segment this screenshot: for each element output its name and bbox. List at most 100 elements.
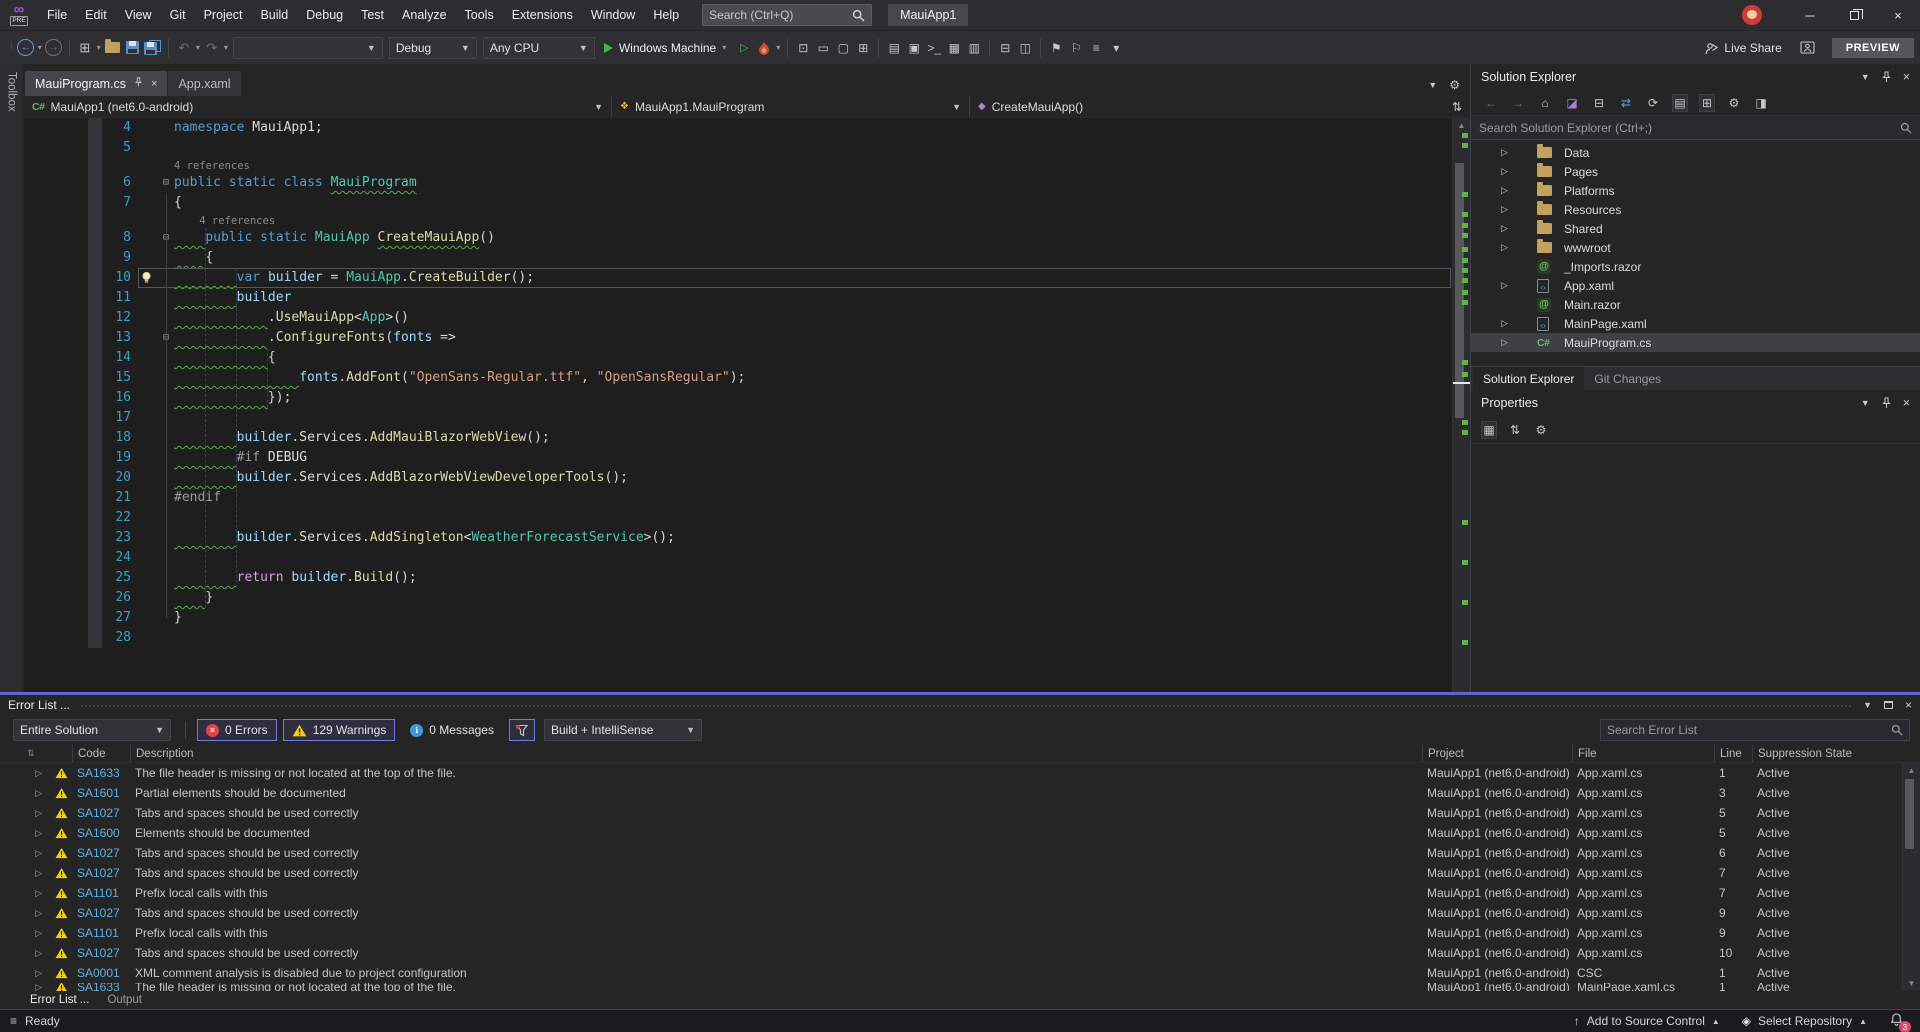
column-header-suppression-state[interactable]: Suppression State bbox=[1752, 745, 1902, 762]
breakpoint-margin[interactable] bbox=[88, 213, 102, 228]
outline-collapse-icon[interactable]: ⊟ bbox=[158, 173, 174, 193]
breakpoint-margin[interactable] bbox=[88, 428, 102, 448]
tree-item-app-xaml[interactable]: ▷‹›App.xaml bbox=[1471, 276, 1920, 295]
tree-item-mainpage-xaml[interactable]: ▷‹›MainPage.xaml bbox=[1471, 314, 1920, 333]
menu-tools[interactable]: Tools bbox=[456, 0, 503, 30]
code-line-21[interactable]: 21#endif bbox=[24, 488, 1452, 508]
tree-item-platforms[interactable]: ▷Platforms bbox=[1471, 181, 1920, 200]
code-line-16[interactable]: 16 }); bbox=[24, 388, 1452, 408]
breakpoint-margin[interactable] bbox=[88, 268, 102, 288]
column-header-file[interactable]: File bbox=[1572, 745, 1714, 762]
bottom-tab-output[interactable]: Output bbox=[107, 994, 142, 1006]
editor-scrollbar[interactable]: ▲ bbox=[1452, 118, 1470, 692]
error-scope-combobox[interactable]: Entire Solution▼ bbox=[13, 719, 171, 741]
expand-chevron-icon[interactable]: ▷ bbox=[0, 968, 46, 979]
menu-debug[interactable]: Debug bbox=[297, 0, 352, 30]
menu-file[interactable]: File bbox=[38, 0, 76, 30]
menu-build[interactable]: Build bbox=[251, 0, 297, 30]
navigate-back-button[interactable]: ← bbox=[16, 36, 36, 60]
error-row-sa1027[interactable]: ▷SA1027Tabs and spaces should be used co… bbox=[0, 843, 1920, 863]
error-list-scrollbar[interactable]: ▲ ▼ bbox=[1902, 763, 1920, 991]
start-without-debugging-button[interactable]: ▷ bbox=[734, 36, 754, 60]
code-line-14[interactable]: 14 { bbox=[24, 348, 1452, 368]
code-line-20[interactable]: 20 builder.Services.AddBlazorWebViewDeve… bbox=[24, 468, 1452, 488]
property-pages-icon[interactable]: ⚙ bbox=[1533, 421, 1549, 439]
device-frame-icon[interactable]: ▢ bbox=[833, 36, 853, 60]
bottom-tab-error-list-[interactable]: Error List ... bbox=[30, 994, 89, 1006]
platform-combobox[interactable]: Any CPU▼ bbox=[483, 37, 595, 59]
bookmark-icon[interactable]: ⚑ bbox=[1046, 36, 1066, 60]
minimize-button[interactable]: ─ bbox=[1788, 0, 1832, 30]
search-folder-icon[interactable]: ⊡ bbox=[793, 36, 813, 60]
code-line-4[interactable]: 4namespace MauiApp1; bbox=[24, 118, 1452, 138]
error-row-sa1027[interactable]: ▷SA1027Tabs and spaces should be used co… bbox=[0, 863, 1920, 883]
live-share-button[interactable]: Live Share bbox=[1703, 36, 1781, 60]
close-button[interactable]: × bbox=[1876, 0, 1920, 30]
menu-help[interactable]: Help bbox=[644, 0, 688, 30]
code-line-26[interactable]: 26 } bbox=[24, 588, 1452, 608]
error-row-sa1633[interactable]: ▷SA1633The file header is missing or not… bbox=[0, 983, 1920, 991]
home-icon[interactable]: ⌂ bbox=[1537, 94, 1553, 112]
chevron-right-icon[interactable]: ▷ bbox=[1501, 242, 1517, 253]
close-icon[interactable]: × bbox=[1903, 70, 1910, 84]
tab-app-xaml[interactable]: App.xaml bbox=[168, 71, 240, 96]
nest-files-icon[interactable]: ⊞ bbox=[1699, 94, 1715, 112]
quick-search-input[interactable]: Search (Ctrl+Q) bbox=[702, 4, 872, 26]
chevron-right-icon[interactable]: ▷ bbox=[1501, 280, 1517, 291]
deploy-target-icon[interactable]: ▭ bbox=[813, 36, 833, 60]
code-line-10[interactable]: 10 var builder = MauiApp.CreateBuilder()… bbox=[24, 268, 1452, 288]
error-list-search-input[interactable]: Search Error List bbox=[1600, 719, 1910, 741]
maximize-icon[interactable] bbox=[1884, 701, 1893, 709]
chevron-right-icon[interactable]: ▷ bbox=[1501, 166, 1517, 177]
menu-window[interactable]: Window bbox=[582, 0, 644, 30]
column-header-code[interactable]: Code bbox=[72, 745, 130, 762]
expand-chevron-icon[interactable]: ▷ bbox=[0, 808, 46, 819]
show-all-files-icon[interactable]: ▤ bbox=[1672, 94, 1688, 112]
scroll-up-icon[interactable]: ▲ bbox=[1453, 121, 1470, 130]
pin-icon[interactable] bbox=[1882, 71, 1891, 83]
expand-chevron-icon[interactable]: ▷ bbox=[0, 788, 46, 799]
error-row-sa1633[interactable]: ▷SA1633The file header is missing or not… bbox=[0, 763, 1920, 783]
expand-chevron-icon[interactable]: ▷ bbox=[0, 828, 46, 839]
code-line-9[interactable]: 9 { bbox=[24, 248, 1452, 268]
tree-item-mauiprogram-cs[interactable]: ▷C#MauiProgram.cs bbox=[1471, 333, 1920, 352]
source-filter-combobox[interactable]: Build + IntelliSense▼ bbox=[544, 719, 702, 741]
chevron-right-icon[interactable]: ▷ bbox=[1501, 318, 1517, 329]
hot-reload-button[interactable] bbox=[754, 36, 774, 60]
save-button[interactable] bbox=[123, 36, 143, 60]
code-line-24[interactable]: 24 bbox=[24, 548, 1452, 568]
add-to-source-control-button[interactable]: ↑ Add to Source Control ▲ bbox=[1574, 1014, 1720, 1028]
close-icon[interactable]: × bbox=[1903, 396, 1910, 410]
window-layout-icon[interactable]: ▦ bbox=[944, 36, 964, 60]
tree-item-resources[interactable]: ▷Resources bbox=[1471, 200, 1920, 219]
expand-chevron-icon[interactable]: ▷ bbox=[0, 908, 46, 919]
breakpoint-margin[interactable] bbox=[88, 408, 102, 428]
menu-edit[interactable]: Edit bbox=[76, 0, 116, 30]
messages-filter-button[interactable]: i 0 Messages bbox=[401, 719, 503, 741]
document-list-dropdown-icon[interactable]: ▼ bbox=[1428, 80, 1437, 90]
code-line-28[interactable]: 28 bbox=[24, 628, 1452, 648]
chevron-right-icon[interactable]: ▷ bbox=[1501, 147, 1517, 158]
breakpoint-margin[interactable] bbox=[88, 288, 102, 308]
expand-chevron-icon[interactable]: ▷ bbox=[0, 848, 46, 859]
code-line-6[interactable]: 6⊟public static class MauiProgram bbox=[24, 173, 1452, 193]
scrollbar-thumb[interactable] bbox=[1905, 779, 1914, 849]
code-line-19[interactable]: 19 #if DEBUG bbox=[24, 448, 1452, 468]
open-folder-button[interactable] bbox=[103, 36, 123, 60]
expand-chevron-icon[interactable]: ▷ bbox=[0, 928, 46, 939]
breakpoint-margin[interactable] bbox=[88, 588, 102, 608]
code-line-7[interactable]: 7{ bbox=[24, 193, 1452, 213]
menu-extensions[interactable]: Extensions bbox=[503, 0, 582, 30]
expand-chevron-icon[interactable]: ▷ bbox=[0, 948, 46, 959]
panel-tab-solution-explorer[interactable]: Solution Explorer bbox=[1473, 367, 1584, 390]
breakpoint-margin[interactable] bbox=[88, 228, 102, 248]
split-window-icon[interactable]: ◫ bbox=[1015, 36, 1035, 60]
alphabetical-icon[interactable]: ⇅ bbox=[1507, 421, 1523, 439]
tree-item-data[interactable]: ▷Data bbox=[1471, 143, 1920, 162]
chevron-right-icon[interactable]: ▷ bbox=[1501, 223, 1517, 234]
configuration-combobox[interactable]: Debug▼ bbox=[389, 37, 477, 59]
breakpoint-margin[interactable] bbox=[88, 568, 102, 588]
breakpoint-margin[interactable] bbox=[88, 118, 102, 138]
breakpoint-margin[interactable] bbox=[88, 468, 102, 488]
breakpoint-margin[interactable] bbox=[88, 193, 102, 213]
